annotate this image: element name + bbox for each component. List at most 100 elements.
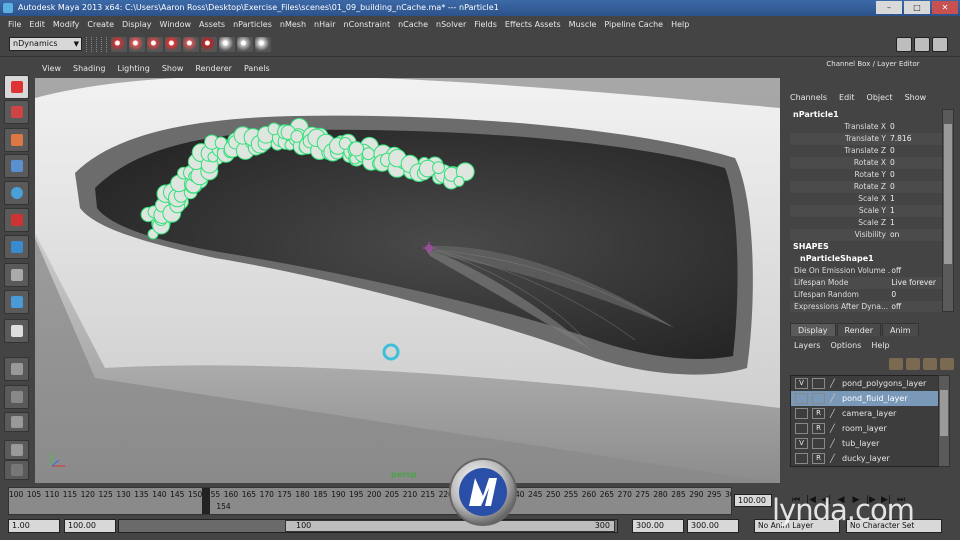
lasso-tool-icon[interactable] [4,100,29,124]
layer-name[interactable]: ducky_layer [842,454,890,463]
selected-node-name[interactable]: nParticle1 [790,109,942,121]
surface-emitter-icon[interactable] [183,37,199,52]
persp-outliner-layout-icon[interactable] [4,412,29,432]
animation-start-field[interactable]: 1.00 [8,519,60,533]
menu-assets[interactable]: Assets [195,20,229,29]
layer-display-type-toggle[interactable] [812,393,825,404]
layer-color-icon[interactable]: ╱ [830,439,840,448]
channel-menu-channels[interactable]: Channels [790,93,827,102]
layer-name[interactable]: room_layer [842,424,887,433]
channel-row[interactable]: Translate X 0 [790,121,942,133]
move-tool-icon[interactable] [4,154,29,178]
playback-end-field[interactable]: 300.00 [632,519,684,533]
panel-menu-lighting[interactable]: Lighting [113,64,153,73]
menu-window[interactable]: Window [156,20,196,29]
layer-color-icon[interactable]: ╱ [830,379,840,388]
fill-object-icon[interactable] [129,37,145,52]
channel-row[interactable]: Rotate Y 0 [790,169,942,181]
move-layer-up-icon[interactable] [889,358,903,370]
menu-edit[interactable]: Edit [25,20,49,29]
channel-value-field[interactable]: 0 [890,169,942,181]
layer-row[interactable]: R ╱ room_layer [791,421,939,436]
new-empty-layer-icon[interactable] [923,358,937,370]
layer-display-type-toggle[interactable] [812,378,825,389]
time-slider[interactable]: 100 105 110 115 120 125 130 135 140 145 150 155 160 1… [8,487,732,515]
soft-mod-icon[interactable] [4,263,29,287]
channel-value-field[interactable]: 1 [890,193,942,205]
layer-visibility-toggle[interactable] [795,423,808,434]
channel-value-field[interactable]: 1 [890,217,942,229]
channel-value-field[interactable]: Live forever [891,277,942,289]
persp-graph-layout-icon[interactable] [4,440,29,460]
layer-visibility-toggle[interactable] [795,408,808,419]
minimize-button[interactable]: – [876,1,902,14]
channel-row[interactable]: Rotate X 0 [790,157,942,169]
channel-row[interactable]: Visibility on [790,229,942,241]
append-cache-icon[interactable] [237,37,253,52]
menu-nparticles[interactable]: nParticles [229,20,276,29]
layer-name[interactable]: pond_fluid_layer [842,394,908,403]
menu-ncache[interactable]: nCache [394,20,432,29]
layer-visibility-toggle[interactable]: V [795,378,808,389]
shape-channel-row[interactable]: Expressions After Dyna... off [790,301,942,312]
channel-menu-show[interactable]: Show [905,93,927,102]
layer-visibility-toggle[interactable]: V [795,438,808,449]
show-manipulator-icon[interactable] [4,290,29,314]
universal-manipulator-icon[interactable] [4,235,29,259]
create-nparticles-icon[interactable] [111,37,127,52]
shape-node-name[interactable]: nParticleShape1 [790,253,942,265]
goal-icon[interactable] [147,37,163,52]
channel-box-scrollbar[interactable] [942,109,954,312]
tool-settings-icon[interactable] [932,37,948,52]
channel-box-toggle-icon[interactable] [896,37,912,52]
layer-menu-help[interactable]: Help [871,341,889,350]
tab-render[interactable]: Render [836,323,881,336]
panel-menu-renderer[interactable]: Renderer [191,64,236,73]
channel-value-field[interactable]: 0 [890,181,942,193]
shape-channel-row[interactable]: Die On Emission Volume ... off [790,265,942,277]
menu-pipeline-cache[interactable]: Pipeline Cache [600,20,667,29]
menu-file[interactable]: File [4,20,25,29]
channel-row[interactable]: Scale Z 1 [790,217,942,229]
layer-name[interactable]: pond_polygons_layer [842,379,926,388]
layer-visibility-toggle[interactable] [795,453,808,464]
layer-color-icon[interactable]: ╱ [830,409,840,418]
layer-menu-layers[interactable]: Layers [794,341,820,350]
channel-row[interactable]: Scale Y 1 [790,205,942,217]
channel-value-field[interactable]: off [891,301,942,312]
channel-row[interactable]: Translate Y 7.816 [790,133,942,145]
menu-nconstraint[interactable]: nConstraint [340,20,395,29]
menu-muscle[interactable]: Muscle [565,20,601,29]
create-ncache-icon[interactable] [219,37,235,52]
layer-menu-options[interactable]: Options [830,341,861,350]
layer-color-icon[interactable]: ╱ [830,454,840,463]
channel-menu-object[interactable]: Object [867,93,893,102]
select-tool-icon[interactable] [4,75,29,99]
replace-cache-icon[interactable] [255,37,271,52]
layer-color-icon[interactable]: ╱ [830,424,840,433]
layer-list-scrollbar[interactable] [938,375,950,467]
channel-value-field[interactable]: 0 [890,157,942,169]
channel-value-field[interactable]: off [891,265,942,277]
channel-value-field[interactable]: 0 [890,121,942,133]
panel-menu-shading[interactable]: Shading [69,64,110,73]
maximize-button[interactable]: □ [904,1,930,14]
outliner-icon[interactable] [4,460,29,480]
four-view-layout-icon[interactable] [4,385,29,409]
layer-row[interactable]: ╱ pond_fluid_layer [791,391,939,406]
playback-start-field[interactable]: 100.00 [64,519,116,533]
current-frame-field[interactable]: 100.00 [734,494,772,507]
layer-visibility-toggle[interactable] [795,393,808,404]
menu-help[interactable]: Help [667,20,693,29]
paint-select-icon[interactable] [4,128,29,152]
layer-display-type-toggle[interactable]: R [812,453,825,464]
layer-row[interactable]: V ╱ pond_polygons_layer [791,376,939,391]
magnet-icon[interactable] [201,37,217,52]
attribute-editor-icon[interactable] [914,37,930,52]
scale-tool-icon[interactable] [4,208,29,232]
close-button[interactable]: ✕ [932,1,958,14]
channel-value-field[interactable]: 0 [890,145,942,157]
layer-row[interactable]: V ╱ tub_layer [791,436,939,451]
channel-menu-edit[interactable]: Edit [839,93,855,102]
menu-effects-assets[interactable]: Effects Assets [501,20,565,29]
